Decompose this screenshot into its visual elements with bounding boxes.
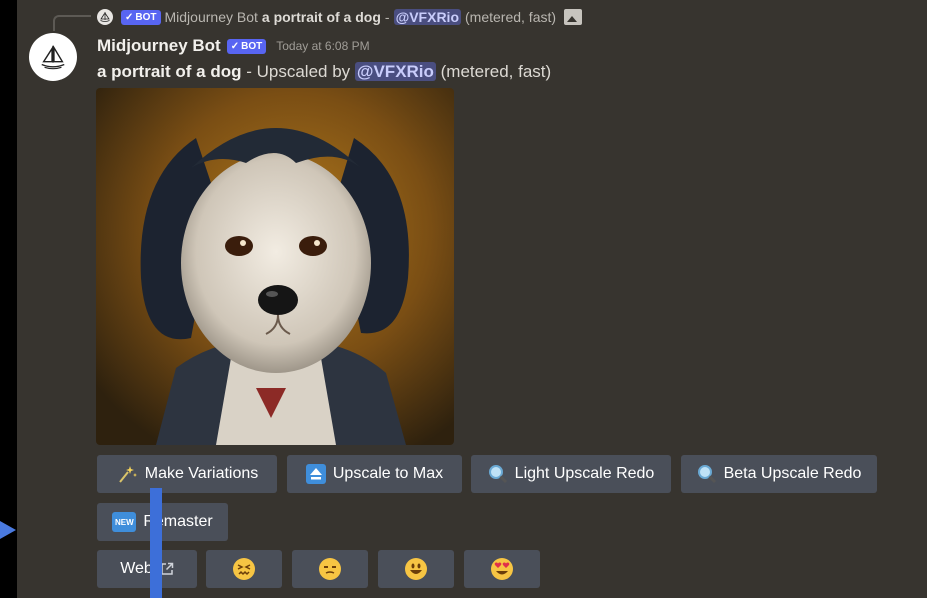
message-header: Midjourney Bot ✓ BOT Today at 6:08 PM	[97, 36, 370, 56]
remaster-button[interactable]: NEW Remaster	[97, 503, 228, 541]
generated-image[interactable]	[96, 88, 454, 445]
sparkles-icon	[116, 464, 138, 484]
grinning-face-icon	[405, 558, 427, 580]
timestamp: Today at 6:08 PM	[276, 39, 370, 53]
reaction-confounded-button[interactable]	[206, 550, 282, 588]
reaction-heart-eyes-button[interactable]	[464, 550, 540, 588]
bot-tag: ✓ BOT	[121, 9, 161, 25]
image-icon	[564, 9, 583, 25]
make-variations-label: Make Variations	[144, 465, 259, 482]
prompt-text: a portrait of a dog	[97, 62, 242, 81]
confounded-face-icon	[233, 558, 255, 580]
magnifier-icon	[488, 464, 508, 484]
web-link-button[interactable]: Web	[97, 550, 197, 588]
magnifier-icon	[697, 464, 717, 484]
check-icon: ✓	[125, 11, 134, 23]
upscale-to-max-button[interactable]: Upscale to Max	[287, 455, 462, 493]
reply-reference[interactable]: ✓ BOT Midjourney Bot a portrait of a dog …	[97, 7, 583, 27]
metered-text: (metered, fast)	[435, 62, 552, 81]
web-label: Web	[120, 560, 153, 577]
avatar[interactable]	[29, 33, 77, 81]
reply-avatar	[97, 9, 113, 25]
unamused-face-icon	[319, 558, 341, 580]
beta-upscale-redo-label: Beta Upscale Redo	[723, 465, 862, 482]
light-upscale-redo-button[interactable]: Light Upscale Redo	[471, 455, 671, 493]
sailboat-icon	[41, 45, 65, 70]
upscale-to-max-label: Upscale to Max	[332, 465, 444, 482]
pointer-arrow-icon	[0, 521, 16, 539]
reaction-unamused-button[interactable]	[292, 550, 368, 588]
light-upscale-redo-label: Light Upscale Redo	[514, 465, 655, 482]
text-cursor-overlay	[150, 488, 162, 598]
reply-prompt: a portrait of a dog	[261, 9, 381, 25]
make-variations-button[interactable]: Make Variations	[97, 455, 277, 493]
message-content: a portrait of a dog - Upscaled by @VFXRi…	[97, 62, 551, 82]
user-mention[interactable]: @VFXRio	[354, 62, 436, 81]
check-icon: ✓	[230, 40, 240, 52]
reply-suffix: (metered, fast)	[465, 9, 557, 25]
reply-mention[interactable]: @VFXRio	[393, 9, 461, 25]
reply-separator: -	[384, 9, 390, 25]
new-badge-icon: NEW	[112, 512, 137, 532]
username[interactable]: Midjourney Bot	[97, 36, 221, 56]
heart-eyes-face-icon	[491, 558, 513, 580]
arrow-up-icon	[305, 464, 326, 484]
reaction-grinning-button[interactable]	[378, 550, 454, 588]
reply-bot-name[interactable]: Midjourney Bot	[165, 9, 258, 25]
bot-tag: ✓ BOT	[226, 38, 267, 54]
reply-connector	[53, 15, 91, 31]
upscaled-by-text: - Upscaled by	[241, 62, 355, 81]
beta-upscale-redo-button[interactable]: Beta Upscale Redo	[681, 455, 877, 493]
